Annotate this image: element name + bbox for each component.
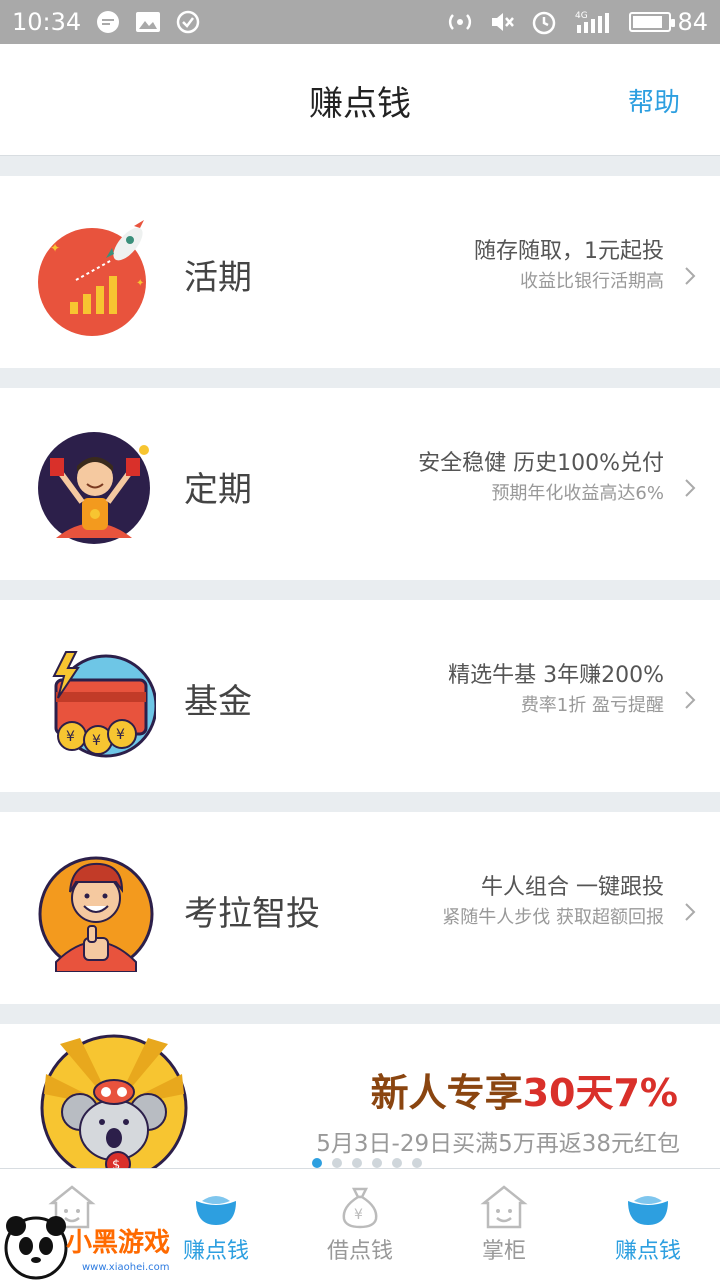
hotspot-icon — [447, 9, 473, 35]
help-button[interactable]: 帮助 — [628, 82, 680, 119]
chevron-right-icon — [685, 903, 696, 921]
tab-label: 借点钱 — [326, 1239, 393, 1264]
status-time: 10:34 — [12, 8, 82, 36]
chevron-right-icon — [685, 479, 696, 497]
product-card-current[interactable]: ✦ ✦ 活期 随存随取，1元起投 收益比银行活期高 — [0, 176, 720, 368]
promo-banner[interactable]: $ 新人专享30天7% 5月3日-29日买满5万再返38元红包 — [0, 1024, 720, 1168]
watermark-url: www.xiaohei.com — [82, 1262, 170, 1273]
svg-text:✦: ✦ — [136, 278, 144, 289]
svg-text:¥: ¥ — [92, 733, 101, 749]
product-description: 精选牛基 3年赚200% 费率1折 盈亏提醒 — [448, 660, 664, 720]
product-sub-text: 预期年化收益高达6% — [491, 483, 664, 504]
check-circle-icon — [175, 9, 201, 35]
card-coins-icon: ¥ ¥ ¥ — [52, 651, 156, 758]
promo-subtitle: 5月3日-29日买满5万再返38元红包 — [316, 1131, 680, 1157]
alarm-icon — [531, 9, 557, 35]
product-sub-text: 费率1折 盈亏提醒 — [520, 695, 664, 716]
tab-label: 赚点钱 — [614, 1239, 681, 1264]
promo-title: 新人专享30天7% — [371, 1062, 678, 1117]
status-bar: 10:34 4G 84 — [0, 0, 720, 44]
product-main-text: 安全稳健 历史100%兑付 — [418, 451, 664, 476]
product-description: 牛人组合 一键跟投 紧随牛人步伐 获取超额回报 — [442, 872, 664, 932]
carousel-dot[interactable] — [372, 1158, 382, 1168]
money-bag-icon: ¥ — [342, 1187, 378, 1229]
product-name: 活期 — [184, 258, 252, 298]
watermark-text: 小黑游戏 — [66, 1228, 171, 1258]
happy-man-icon — [38, 432, 150, 544]
app-header: 赚点钱 帮助 — [0, 44, 720, 156]
carousel-dot[interactable] — [312, 1158, 322, 1168]
svg-text:¥: ¥ — [66, 729, 75, 745]
product-main-text: 精选牛基 3年赚200% — [448, 663, 664, 688]
tab-borrow[interactable]: ¥ 借点钱 — [288, 1169, 432, 1280]
carousel-dot[interactable] — [392, 1158, 402, 1168]
product-name: 基金 — [184, 682, 252, 722]
image-icon — [135, 9, 161, 35]
product-card-fund[interactable]: ¥ ¥ ¥ 基金 精选牛基 3年赚200% 费率1折 盈亏提醒 — [0, 600, 720, 792]
chevron-right-icon — [685, 267, 696, 285]
carousel-dot[interactable] — [412, 1158, 422, 1168]
page-title: 赚点钱 — [309, 84, 411, 124]
carousel-dots — [312, 1158, 422, 1168]
smile-house-icon — [480, 1185, 528, 1229]
chevron-right-icon — [685, 691, 696, 709]
signal-icon: 4G — [573, 9, 613, 35]
koala-mascot-icon: $ — [40, 1034, 188, 1168]
carousel-dot[interactable] — [352, 1158, 362, 1168]
promo-title-prefix: 新人专享 — [370, 1071, 523, 1115]
svg-text:✦: ✦ — [50, 241, 60, 255]
rocket-chart-icon: ✦ ✦ — [38, 220, 146, 336]
product-description: 随存随取，1元起投 收益比银行活期高 — [474, 236, 664, 296]
product-card-smart-invest[interactable]: 考拉智投 牛人组合 一键跟投 紧随牛人步伐 获取超额回报 — [0, 812, 720, 1004]
ingot-icon — [628, 1196, 668, 1225]
battery-icon: 84 — [629, 8, 708, 36]
svg-text:¥: ¥ — [354, 1207, 363, 1223]
product-card-fixed[interactable]: 定期 安全稳健 历史100%兑付 预期年化收益高达6% — [0, 388, 720, 580]
chat-bubble-icon — [95, 9, 121, 35]
promo-title-highlight: 30天7% — [522, 1071, 678, 1115]
svg-text:$: $ — [112, 1158, 120, 1168]
product-main-text: 牛人组合 一键跟投 — [481, 875, 664, 900]
thumbs-up-man-icon — [38, 856, 154, 972]
tab-earn-active[interactable]: 赚点钱 — [576, 1169, 720, 1280]
tab-shopkeeper[interactable]: 掌柜 — [432, 1169, 576, 1280]
mute-icon — [489, 9, 515, 35]
carousel-dot[interactable] — [332, 1158, 342, 1168]
tab-label: 掌柜 — [481, 1239, 526, 1264]
product-name: 考拉智投 — [184, 894, 320, 934]
product-description: 安全稳健 历史100%兑付 预期年化收益高达6% — [418, 448, 664, 508]
battery-level: 84 — [677, 8, 708, 36]
network-type: 4G — [575, 11, 588, 21]
product-sub-text: 紧随牛人步伐 获取超额回报 — [442, 907, 664, 928]
product-sub-text: 收益比银行活期高 — [520, 271, 664, 292]
svg-text:¥: ¥ — [116, 727, 125, 743]
product-main-text: 随存随取，1元起投 — [474, 239, 664, 264]
product-name: 定期 — [184, 470, 252, 510]
